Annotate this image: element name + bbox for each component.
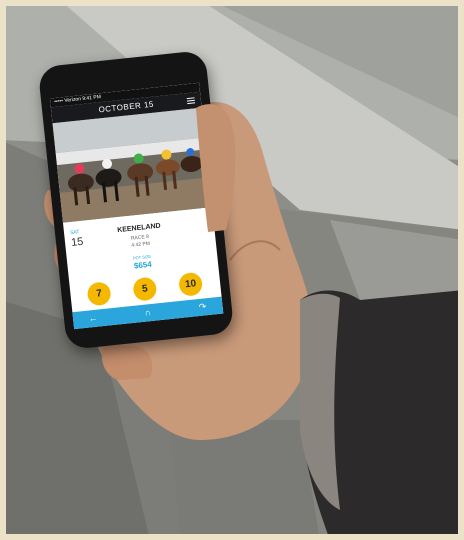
photo-frame: ••••• Verizon 9:41 PM OCTOBER 15 SAT 15 …: [0, 0, 464, 540]
thumb-overlay: [196, 104, 236, 232]
